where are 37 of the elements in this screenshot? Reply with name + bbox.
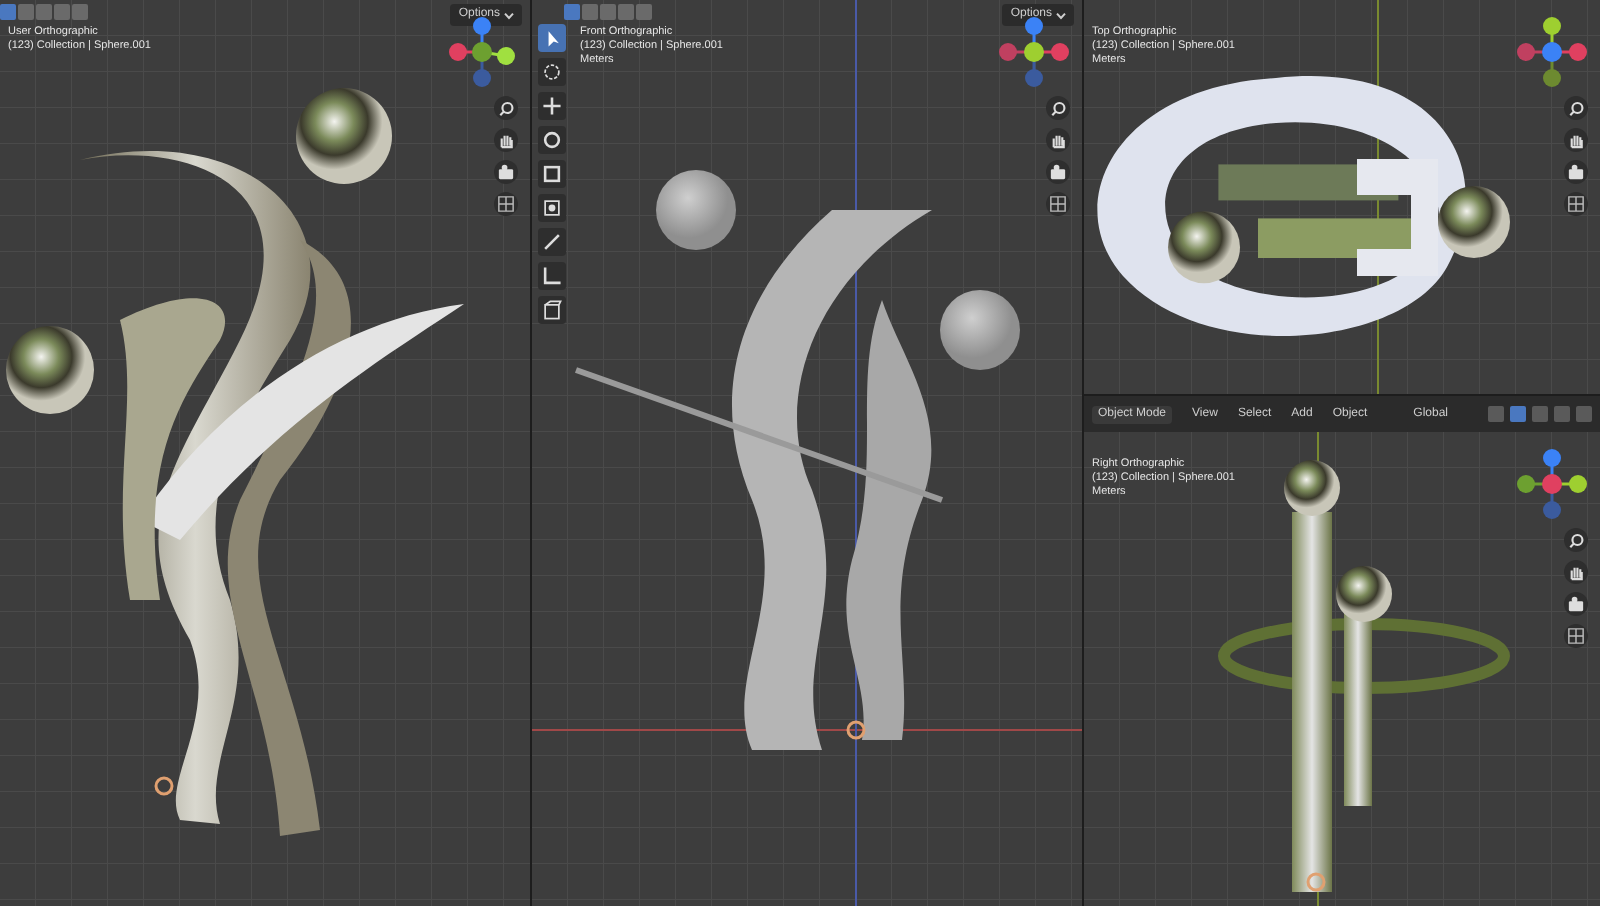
grid-icon bbox=[1048, 194, 1068, 214]
tool-button[interactable] bbox=[538, 24, 566, 52]
navigation-gizmo-icon[interactable] bbox=[1512, 12, 1592, 92]
tool-button[interactable] bbox=[538, 126, 566, 154]
tool-button[interactable] bbox=[538, 296, 566, 324]
scale-icon bbox=[540, 162, 564, 186]
line-icon bbox=[540, 230, 564, 254]
tool-button[interactable] bbox=[538, 58, 566, 86]
ruler-icon bbox=[540, 264, 564, 288]
camera-icon bbox=[1566, 162, 1586, 182]
grid-icon bbox=[1566, 194, 1586, 214]
grid-icon bbox=[496, 194, 516, 214]
chevron-down-icon bbox=[504, 11, 514, 19]
tool-button[interactable] bbox=[538, 92, 566, 120]
zoom-icon bbox=[1566, 98, 1586, 118]
hand-icon bbox=[1566, 130, 1586, 150]
zoom-icon bbox=[1566, 530, 1586, 550]
zoom-icon bbox=[496, 98, 516, 118]
cube-icon bbox=[540, 298, 564, 322]
move-icon bbox=[540, 94, 564, 118]
camera-icon bbox=[1048, 162, 1068, 182]
tool-button[interactable] bbox=[538, 228, 566, 256]
grid-icon bbox=[1566, 626, 1586, 646]
hand-icon bbox=[1566, 562, 1586, 582]
navigation-gizmo-icon[interactable] bbox=[1512, 444, 1592, 524]
hand-icon bbox=[496, 130, 516, 150]
tool-button[interactable] bbox=[538, 262, 566, 290]
tool-button[interactable] bbox=[538, 160, 566, 188]
hand-icon bbox=[1048, 130, 1068, 150]
chevron-down-icon bbox=[1056, 11, 1066, 19]
camera-icon bbox=[496, 162, 516, 182]
tool-button[interactable] bbox=[538, 194, 566, 222]
dashed-circle-icon bbox=[540, 60, 564, 84]
transform-icon bbox=[540, 196, 564, 220]
zoom-icon bbox=[1048, 98, 1068, 118]
rotate-icon bbox=[540, 128, 564, 152]
camera-icon bbox=[1566, 594, 1586, 614]
